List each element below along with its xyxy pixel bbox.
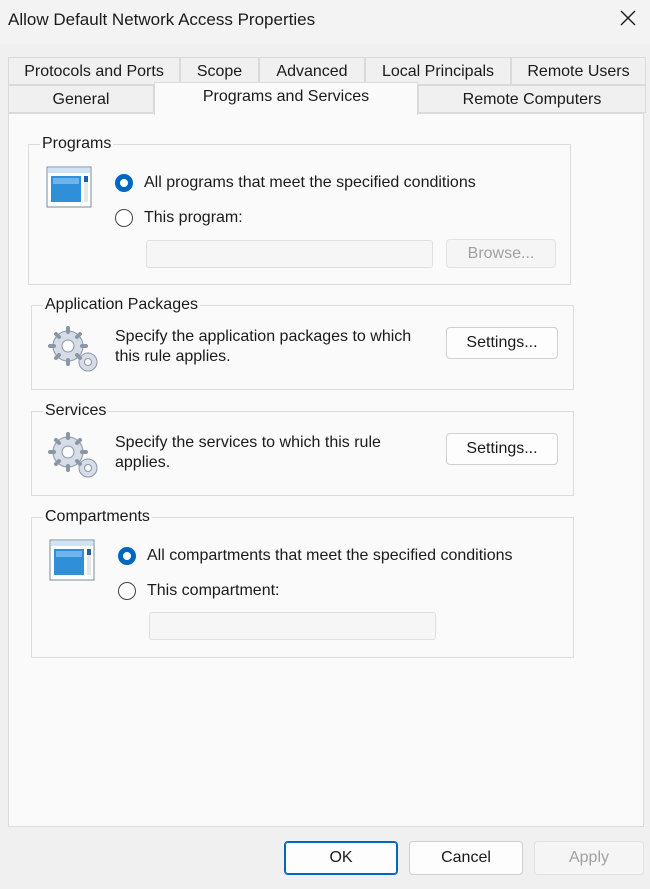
- application-packages-description: Specify the application packages to whic…: [115, 328, 412, 365]
- gears-icon: [48, 432, 98, 478]
- tab-remote-computers[interactable]: Remote Computers: [418, 85, 646, 113]
- services-settings-button[interactable]: Settings...: [446, 433, 558, 465]
- tab-protocols-and-ports[interactable]: Protocols and Ports: [8, 57, 180, 85]
- program-path-field[interactable]: [146, 240, 433, 268]
- all-programs-radio[interactable]: [115, 174, 133, 192]
- all-programs-label[interactable]: All programs that meet the specified con…: [144, 174, 476, 192]
- gears-icon: [48, 326, 98, 372]
- programs-group-label: Programs: [40, 135, 114, 153]
- services-description: Specify the services to which this rule …: [115, 434, 381, 471]
- this-compartment-radio[interactable]: [118, 582, 136, 600]
- services-group-label: Services: [43, 402, 109, 420]
- application-packages-settings-button[interactable]: Settings...: [446, 327, 558, 359]
- all-compartments-radio[interactable]: [118, 547, 136, 565]
- window-title: Allow Default Network Access Properties: [8, 10, 316, 29]
- compartments-group-label: Compartments: [43, 508, 152, 526]
- this-program-radio[interactable]: [115, 209, 133, 227]
- browse-button[interactable]: Browse...: [446, 239, 556, 268]
- tab-remote-users[interactable]: Remote Users: [511, 57, 646, 85]
- tab-general[interactable]: General: [8, 85, 154, 113]
- apply-button[interactable]: Apply: [534, 841, 644, 875]
- title-bar: Allow Default Network Access Properties: [0, 0, 650, 44]
- all-compartments-label[interactable]: All compartments that meet the specified…: [147, 547, 513, 565]
- application-packages-group-label: Application Packages: [43, 296, 200, 314]
- program-window-icon: [46, 166, 92, 208]
- cancel-button[interactable]: Cancel: [409, 841, 523, 875]
- ok-button[interactable]: OK: [284, 841, 398, 875]
- program-window-icon: [49, 539, 95, 581]
- tab-local-principals[interactable]: Local Principals: [365, 57, 511, 85]
- this-program-label[interactable]: This program:: [144, 209, 243, 227]
- tab-advanced[interactable]: Advanced: [259, 57, 365, 85]
- this-compartment-label[interactable]: This compartment:: [147, 582, 279, 600]
- tab-scope[interactable]: Scope: [180, 57, 259, 85]
- close-button[interactable]: [604, 0, 650, 40]
- compartment-field[interactable]: [149, 612, 436, 640]
- close-icon: [620, 10, 636, 26]
- tab-programs-and-services[interactable]: Programs and Services: [154, 82, 418, 115]
